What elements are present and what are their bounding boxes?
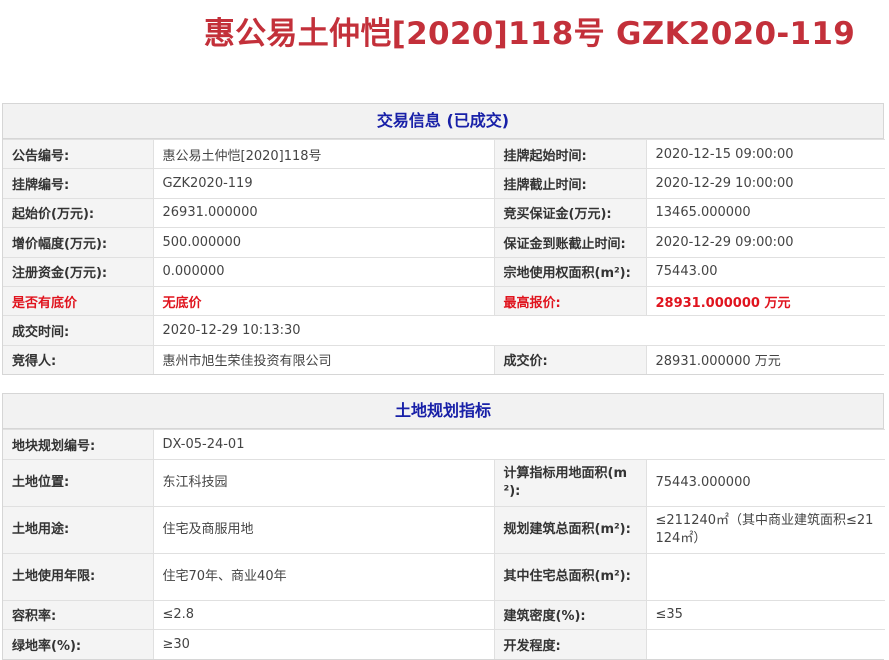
field-value: 28931.000000 万元 [645, 344, 885, 375]
field-label: 计算指标用地面积(m²): [493, 458, 647, 507]
table-row: 是否有底价 无底价 最高报价: 28931.000000 万元 [3, 285, 885, 317]
table-row: 土地使用年限: 住宅70年、商业40年 其中住宅总面积(m²): [3, 552, 886, 601]
trade-info-table: 公告编号: 惠公易土仲恺[2020]118号 挂牌起始时间: 2020-12-1… [3, 138, 885, 375]
trade-info-section: 交易信息 (已成交) 公告编号: 惠公易土仲恺[2020]118号 挂牌起始时间… [2, 103, 885, 376]
field-label: 其中住宅总面积(m²): [493, 552, 647, 601]
table-row: 挂牌编号: GZK2020-119 挂牌截止时间: 2020-12-29 10:… [3, 168, 885, 199]
field-label: 成交时间: [3, 315, 154, 346]
field-value: 26931.000000 [152, 197, 495, 229]
field-label: 挂牌截止时间: [493, 168, 647, 199]
field-value: ≤2.8 [152, 599, 495, 630]
field-label: 建筑密度(%): [493, 599, 647, 630]
field-label: 土地位置: [3, 458, 154, 507]
field-value: 75443.000000 [645, 458, 886, 507]
table-row: 容积率: ≤2.8 建筑密度(%): ≤35 [3, 599, 886, 630]
reserve-price-label: 是否有底价 [3, 285, 154, 317]
field-label: 竞得人: [3, 344, 154, 375]
table-row: 竞得人: 惠州市旭生荣佳投资有限公司 成交价: 28931.000000 万元 [3, 344, 885, 375]
field-label: 保证金到账截止时间: [493, 227, 647, 258]
table-row: 成交时间: 2020-12-29 10:13:30 [3, 315, 885, 346]
page-title: 惠公易土仲恺[2020]118号 GZK2020-119 [203, 16, 856, 52]
table-row: 公告编号: 惠公易土仲恺[2020]118号 挂牌起始时间: 2020-12-1… [3, 138, 885, 170]
field-value: ≥30 [152, 629, 495, 659]
land-planning-heading: 土地规划指标 [3, 394, 883, 429]
field-value: DX-05-24-01 [152, 429, 886, 460]
field-label: 挂牌编号: [3, 168, 154, 199]
field-label: 增价幅度(万元): [3, 227, 154, 258]
field-value: 2020-12-29 10:13:30 [152, 315, 885, 346]
field-value: 住宅及商服用地 [152, 505, 495, 554]
field-label: 规划建筑总面积(m²): [493, 505, 647, 554]
field-value: 75443.00 [645, 256, 885, 287]
field-value: 惠州市旭生荣佳投资有限公司 [152, 344, 495, 375]
field-label: 地块规划编号: [3, 429, 154, 460]
field-label: 挂牌起始时间: [493, 138, 647, 170]
field-value: ≤35 [645, 599, 886, 630]
table-row: 地块规划编号: DX-05-24-01 [3, 429, 886, 460]
field-label: 成交价: [493, 344, 647, 375]
trade-info-heading: 交易信息 (已成交) [3, 104, 883, 139]
field-value: 住宅70年、商业40年 [152, 552, 495, 601]
field-value [645, 552, 886, 601]
highest-bid-value: 28931.000000 万元 [645, 285, 885, 317]
table-row: 土地位置: 东江科技园 计算指标用地面积(m²): 75443.000000 [3, 458, 886, 507]
field-label: 容积率: [3, 599, 154, 630]
field-value: 13465.000000 [645, 197, 885, 229]
highest-bid-label: 最高报价: [493, 285, 647, 317]
field-label: 起始价(万元): [3, 197, 154, 229]
field-label: 宗地使用权面积(m²): [493, 256, 647, 287]
table-row: 增价幅度(万元): 500.000000 保证金到账截止时间: 2020-12-… [3, 227, 885, 258]
field-label: 注册资金(万元): [3, 256, 154, 287]
field-value: 500.000000 [152, 227, 495, 258]
reserve-price-value: 无底价 [152, 285, 495, 317]
field-value: 惠公易土仲恺[2020]118号 [152, 138, 495, 170]
field-value: 东江科技园 [152, 458, 495, 507]
field-value: 2020-12-15 09:00:00 [645, 138, 885, 170]
field-value [645, 629, 886, 659]
table-row: 土地用途: 住宅及商服用地 规划建筑总面积(m²): ≤211240㎡（其中商业… [3, 505, 886, 554]
field-label: 土地用途: [3, 505, 154, 554]
field-label: 竞买保证金(万元): [493, 197, 647, 229]
field-label: 土地使用年限: [3, 552, 154, 601]
table-row: 起始价(万元): 26931.000000 竞买保证金(万元): 13465.0… [3, 197, 885, 229]
table-row: 绿地率(%): ≥30 开发程度: [3, 629, 886, 659]
field-label: 开发程度: [493, 629, 647, 659]
field-label: 公告编号: [3, 138, 154, 170]
field-label: 绿地率(%): [3, 629, 154, 659]
field-value: ≤211240㎡（其中商业建筑面积≤21124㎡） [645, 505, 886, 554]
field-value: 2020-12-29 09:00:00 [645, 227, 885, 258]
land-planning-section: 土地规划指标 地块规划编号: DX-05-24-01 土地位置: 东江科技园 计… [2, 393, 886, 660]
land-planning-table: 地块规划编号: DX-05-24-01 土地位置: 东江科技园 计算指标用地面积… [3, 429, 886, 659]
field-value: 2020-12-29 10:00:00 [645, 168, 885, 199]
field-value: GZK2020-119 [152, 168, 495, 199]
field-value: 0.000000 [152, 256, 495, 287]
table-row: 注册资金(万元): 0.000000 宗地使用权面积(m²): 75443.00 [3, 256, 885, 287]
